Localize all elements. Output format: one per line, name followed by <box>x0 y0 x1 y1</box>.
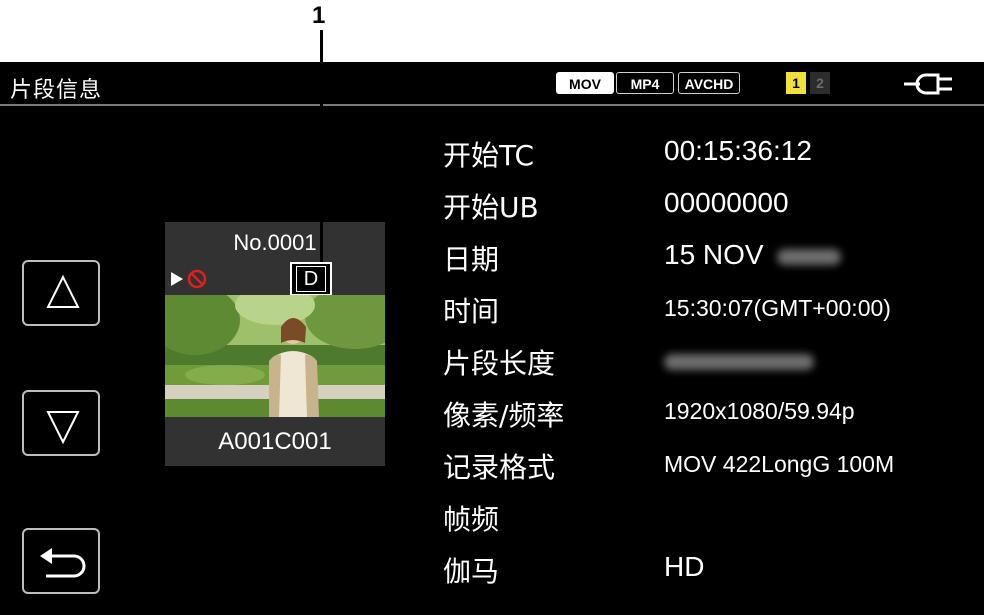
format-tab-mp4[interactable]: MP4 <box>616 72 674 94</box>
value-gamma: HD <box>664 551 705 582</box>
return-arrow-icon <box>40 548 86 578</box>
format-tab-mov[interactable]: MOV <box>556 72 614 94</box>
callout-line <box>320 30 323 262</box>
format-tab-avchd[interactable]: AVCHD <box>678 72 740 94</box>
value-start-ub: 00000000 <box>664 187 789 218</box>
label-rec-format: 记录格式 <box>443 451 556 484</box>
triangle-down-icon <box>46 411 80 445</box>
label-gamma: 伽马 <box>443 555 500 588</box>
value-rec-format: MOV 422LongG 100M <box>664 451 895 477</box>
label-date: 日期 <box>443 243 500 276</box>
back-button[interactable] <box>22 528 100 594</box>
triangle-up-icon <box>46 274 80 308</box>
scroll-down-button[interactable] <box>22 390 100 456</box>
value-date: 15 NOV <box>664 239 764 270</box>
value-time: 15:30:07(GMT+00:00) <box>664 295 891 321</box>
clip-number: No.0001 <box>233 230 317 255</box>
clip-thumbnail-card[interactable]: No.0001 D A001C001 <box>165 222 385 466</box>
card-slot-1: 1 <box>786 72 806 94</box>
play-icon <box>171 272 183 286</box>
delete-flag-badge: D <box>290 262 332 296</box>
value-pixel-rate: 1920x1080/59.94p <box>664 398 855 424</box>
label-start-ub: 开始UB <box>443 191 539 224</box>
label-frame-rate: 帧频 <box>443 503 500 536</box>
label-pixel-rate: 像素/频率 <box>443 399 565 432</box>
value-date-row: 15 NOV <box>664 239 842 271</box>
blurred-year <box>777 248 842 265</box>
page-title: 片段信息 <box>10 78 103 103</box>
thumbnail-image <box>165 295 385 417</box>
blurred-duration <box>664 353 814 370</box>
header-divider <box>0 104 984 106</box>
header-bar: 片段信息 MOV MP4 AVCHD 1 2 <box>0 62 984 104</box>
ac-power-plug-icon <box>904 73 952 95</box>
label-start-tc: 开始TC <box>443 139 535 172</box>
label-time: 时间 <box>443 295 500 328</box>
callout-number: 1 <box>312 2 326 29</box>
scroll-up-button[interactable] <box>22 260 100 326</box>
value-start-tc: 00:15:36:12 <box>664 135 812 166</box>
value-clip-duration-row <box>664 344 814 376</box>
play-prohibited-icons <box>171 269 207 289</box>
label-clip-duration: 片段长度 <box>443 347 556 380</box>
clip-name: A001C001 <box>218 428 332 455</box>
clip-info-screen: 片段信息 MOV MP4 AVCHD 1 2 No.0001 D A001C00… <box>0 62 984 615</box>
card-slot-2: 2 <box>810 72 830 94</box>
